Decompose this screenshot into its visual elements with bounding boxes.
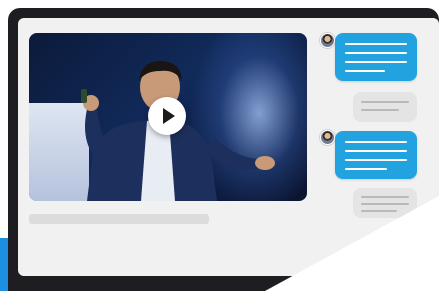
chat-message-incoming (335, 33, 417, 81)
user-avatar-icon (320, 130, 335, 145)
chat-message-outgoing (353, 92, 417, 122)
user-avatar-icon (320, 33, 335, 48)
video-caption-placeholder (29, 214, 209, 224)
app-screen (18, 18, 439, 276)
play-icon (163, 108, 175, 124)
video-player[interactable] (29, 33, 307, 201)
chat-message-incoming (335, 131, 417, 179)
chat-message-outgoing (353, 188, 417, 218)
play-button[interactable] (148, 97, 186, 135)
